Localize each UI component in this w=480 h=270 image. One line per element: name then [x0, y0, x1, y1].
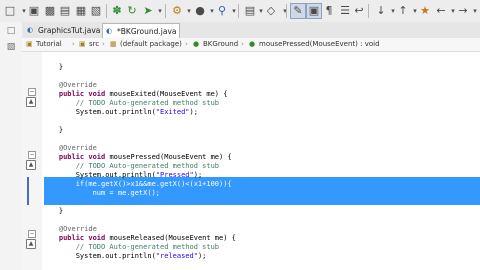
code-line: public void mousePressed(MouseEvent me) … — [42, 153, 232, 162]
fold-toggle-icon[interactable]: − — [28, 151, 36, 159]
override-marker-icon[interactable]: ▲ — [26, 97, 36, 107]
code-line: } — [42, 126, 64, 134]
code-text: System.out.println( — [42, 108, 156, 116]
code-string: "released" — [155, 252, 198, 260]
word-wrap-icon[interactable]: ↩ — [352, 4, 366, 18]
override-marker-icon[interactable]: ▲ — [26, 239, 36, 249]
java-file-icon: ◐ — [106, 27, 113, 35]
tab-label: GraphicsTut.java — [38, 26, 101, 35]
code-line: // TODO Auto-generated method stub — [42, 243, 220, 251]
code-line: System.out.println("Exited"); — [42, 108, 198, 117]
code-text: ); — [193, 171, 203, 179]
code-editor[interactable]: } @Override public void mouseExited(Mous… — [42, 52, 480, 270]
code-text: mouseReleased(MouseEvent me) { — [109, 234, 236, 242]
open-type-icon[interactable]: ◇ — [264, 4, 278, 18]
save-all-icon[interactable]: ▤ — [58, 4, 72, 18]
code-line: @Override — [42, 225, 97, 233]
breadcrumb-src[interactable]: src — [89, 38, 99, 51]
selected-code-line: num = me.getX(); — [42, 189, 161, 197]
breadcrumb: ▣ Tutorial › ▣ src › ▦ (default package)… — [22, 38, 480, 52]
code-line: } — [42, 207, 64, 215]
breadcrumb-separator: › — [185, 40, 188, 48]
toggle-breadcrumb-icon[interactable]: ☰ — [338, 4, 352, 18]
breadcrumb-method[interactable]: mousePressed(MouseEvent) : void — [259, 38, 380, 51]
restore-icon[interactable]: □ — [6, 26, 16, 36]
fold-toggle-icon[interactable]: − — [28, 230, 36, 238]
toolbar-separator — [165, 4, 166, 18]
code-string: "Exited" — [155, 108, 190, 116]
toolbar-separator — [286, 4, 287, 18]
toolbar-separator — [106, 4, 107, 18]
breadcrumb-separator: › — [241, 40, 244, 48]
code-line: public void mouseExited(MouseEvent me) { — [42, 90, 228, 99]
left-panel-strip: □ ▧ — [0, 22, 23, 270]
properties-icon[interactable]: ▧ — [89, 4, 103, 18]
breadcrumb-project[interactable]: Tutorial — [36, 38, 62, 51]
java-file-icon: ◐ — [27, 26, 34, 34]
code-line: @Override — [42, 144, 97, 152]
code-text: System.out.println( — [42, 252, 156, 260]
refresh-icon[interactable]: ↻ — [125, 4, 139, 18]
package-icon: ▦ — [110, 40, 117, 48]
toggle-block-selection-icon[interactable]: ▣ — [306, 3, 322, 19]
last-edit-location-icon[interactable]: ★ — [418, 4, 432, 18]
code-string: "Pressed" — [155, 171, 194, 179]
code-line: System.out.println("released"); — [42, 252, 207, 261]
code-line: System.out.println("Pressed"); — [42, 171, 202, 180]
code-keyword: public void — [42, 234, 110, 242]
new-icon[interactable]: □ — [3, 4, 17, 18]
save-icon[interactable]: ▩ — [43, 4, 57, 18]
breadcrumb-separator: › — [102, 40, 105, 48]
code-keyword: public void — [42, 153, 110, 161]
toggle-mark-occurrences-icon[interactable]: ✎ — [290, 3, 306, 19]
class-icon: ● — [193, 40, 200, 48]
override-marker-icon[interactable]: ▲ — [26, 160, 36, 170]
open-icon[interactable]: ▣ — [27, 4, 41, 18]
print-icon[interactable]: ▦ — [74, 4, 88, 18]
code-line: public void mouseReleased(MouseEvent me)… — [42, 234, 236, 243]
code-line: @Override — [42, 81, 97, 89]
breadcrumb-package[interactable]: (default package) — [120, 38, 182, 51]
project-icon: ▣ — [26, 40, 33, 48]
show-whitespace-icon[interactable]: ¶ — [322, 4, 336, 18]
breadcrumb-class[interactable]: BKGround — [203, 38, 238, 51]
code-text: mouseExited(MouseEvent me) { — [109, 90, 228, 98]
toolbar-separator — [368, 4, 369, 18]
editor-tab-bar: ◐ GraphicsTut.java ◐ *BKGround.java — [22, 22, 480, 39]
fold-toggle-icon[interactable]: − — [28, 88, 36, 96]
toolbar-separator — [238, 4, 239, 18]
method-icon: ● — [249, 40, 256, 48]
code-text: ); — [189, 108, 198, 116]
forward-dropdown-icon[interactable]: ▾ — [468, 4, 480, 18]
selected-code-line: if(me.getX()>x1&&me.getX()<(x1+100)){ — [42, 180, 232, 188]
breadcrumb-separator: › — [72, 40, 75, 48]
debug-icon[interactable]: ✽ — [110, 4, 124, 18]
code-line: // TODO Auto-generated method stub — [42, 99, 220, 107]
package-explorer-icon[interactable]: ▧ — [6, 42, 16, 52]
tab-label: *BKGround.java — [117, 27, 177, 36]
code-line: // TODO Auto-generated method stub — [42, 162, 220, 170]
main-toolbar: □ ▾ ▣ ▩ ▤ ▦ ▧ ✽ ↻ ➤ ▾ ⚙ ▾ ● ▾ ⚲ ▾ ▤ ▾ ◇ … — [0, 0, 480, 23]
code-text: ); — [197, 252, 207, 260]
code-line: } — [42, 63, 64, 71]
source-folder-icon: ▣ — [79, 40, 86, 48]
code-text: System.out.println( — [42, 171, 156, 179]
tab-bkground[interactable]: ◐ *BKGround.java — [102, 23, 180, 38]
tab-graphicstut[interactable]: ◐ GraphicsTut.java — [24, 23, 102, 38]
quick-diff-indicator — [27, 177, 29, 205]
code-text: mousePressed(MouseEvent me) { — [109, 153, 232, 161]
code-keyword: public void — [42, 90, 110, 98]
